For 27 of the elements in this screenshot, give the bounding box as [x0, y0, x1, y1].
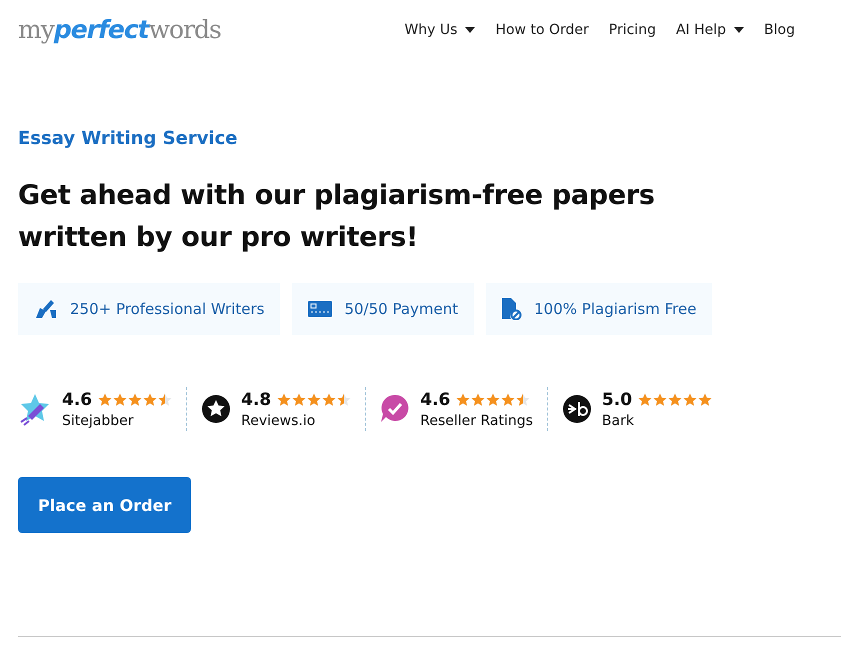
feature-badge: 250+ Professional Writers — [18, 283, 280, 335]
bark-logo-icon — [562, 394, 592, 424]
document-icon — [502, 298, 522, 320]
credit-card-icon — [308, 301, 332, 317]
platform-name: Sitejabber — [62, 412, 134, 428]
rating-score: 4.8 — [241, 390, 272, 410]
place-order-button[interactable]: Place an Order — [18, 477, 192, 533]
feature-badge: 50/50 Payment — [292, 283, 474, 335]
section-label: Essay Writing Service — [18, 128, 238, 149]
nav-link[interactable]: AI Help — [676, 22, 744, 38]
feature-badge: 100% Plagiarism Free — [486, 283, 712, 335]
nav-link[interactable]: Why Us — [404, 22, 476, 38]
nav-link[interactable]: Pricing — [608, 22, 656, 38]
rocket-star-icon — [18, 392, 52, 426]
platform-name: Reviews.io — [241, 412, 316, 428]
rating-score: 4.6 — [420, 390, 450, 410]
headline: Get ahead with our plagiarism-free papers written by our pro writers! — [18, 179, 656, 255]
rating-score: 4.6 — [62, 390, 92, 410]
logo[interactable]: myperfectwords — [18, 14, 221, 44]
caret-icon — [734, 27, 744, 33]
platform-name: Bark — [602, 412, 634, 428]
chat-check-icon — [380, 394, 410, 424]
caret-icon — [465, 27, 476, 33]
nav-link[interactable]: Blog — [764, 22, 795, 38]
platform-name: Reseller Ratings — [420, 412, 533, 428]
nav-link[interactable]: How to Order — [495, 22, 589, 38]
rating-score: 5.0 — [602, 390, 632, 410]
